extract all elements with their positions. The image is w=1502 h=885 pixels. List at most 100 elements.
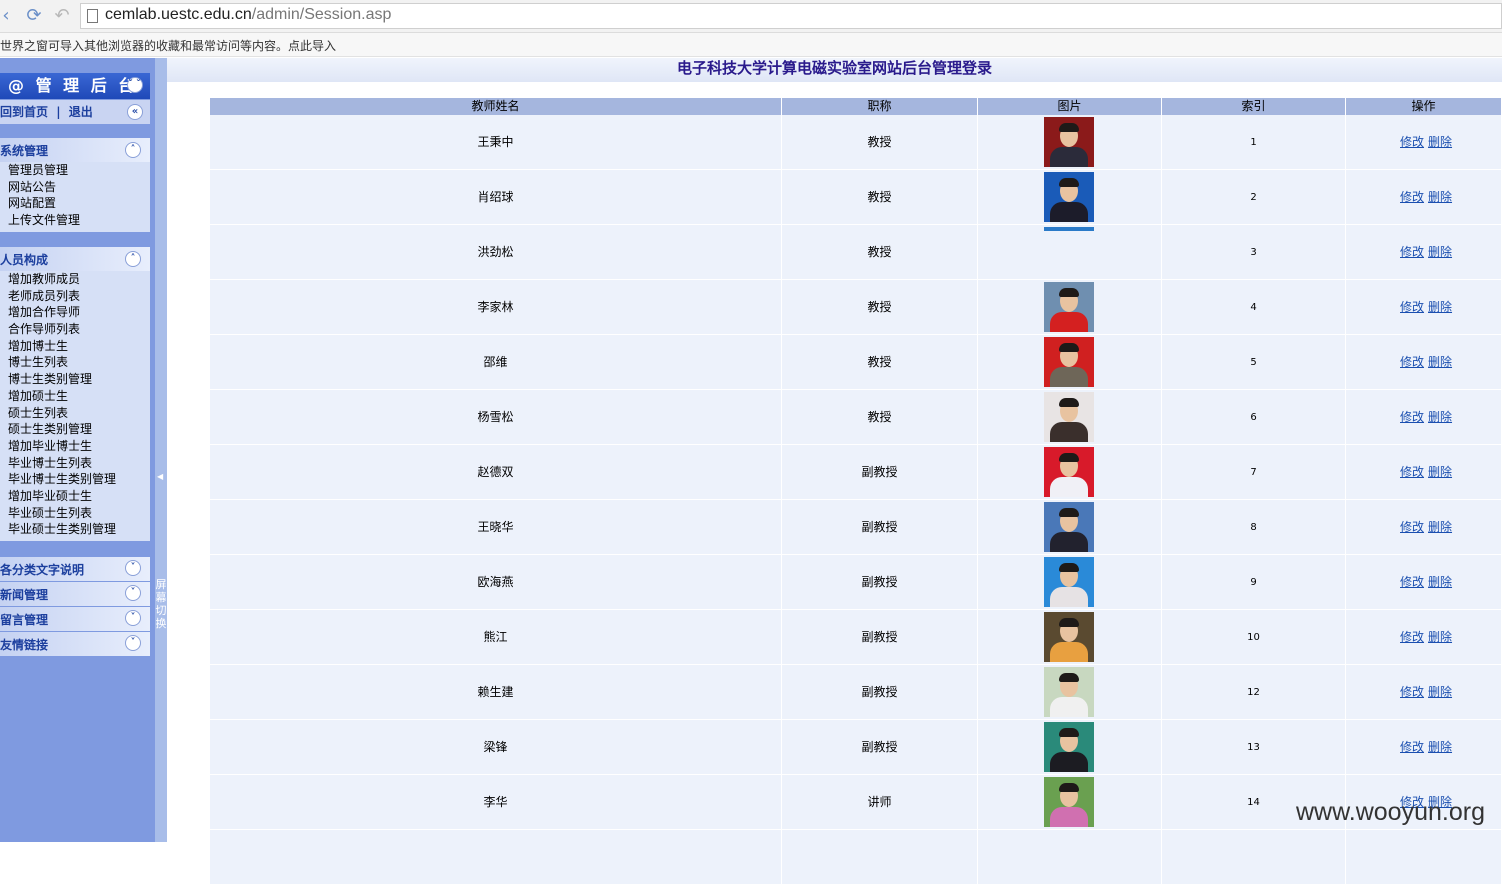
group-links[interactable]: 友情链接 ˅ [0,632,150,656]
photo-cell [978,445,1162,499]
reload-icon[interactable]: ⟳ [24,6,44,26]
chevron-down-icon[interactable]: ˅ [125,610,141,626]
teacher-photo [1044,117,1094,167]
chevron-up-icon[interactable]: ˄ [125,142,141,158]
double-left-icon[interactable]: « [127,104,143,120]
teacher-name: 李家林 [210,280,782,334]
teacher-photo [1044,722,1094,772]
edit-link[interactable]: 修改 [1400,190,1424,204]
splitter-label[interactable]: 屏幕切换 [155,578,167,630]
sidebar-item[interactable]: 上传文件管理 [8,212,150,229]
sidebar-item[interactable]: 管理员管理 [8,162,150,179]
action-cell: 修改 删除 [1346,170,1502,224]
delete-link[interactable]: 删除 [1428,575,1452,589]
screen-splitter[interactable]: ◀ 屏幕切换 [155,58,167,842]
chevron-down-icon[interactable]: ˅ [125,560,141,576]
sidebar-item[interactable]: 硕士生列表 [8,405,150,422]
sidebar-item[interactable]: 网站配置 [8,195,150,212]
edit-link[interactable]: 修改 [1400,245,1424,259]
edit-link[interactable]: 修改 [1400,740,1424,754]
import-link[interactable]: 点此导入 [288,37,336,54]
undo-icon[interactable]: ↶ [52,6,72,26]
sidebar-item[interactable]: 毕业硕士生列表 [8,505,150,522]
edit-link[interactable]: 修改 [1400,355,1424,369]
teacher-title: 副教授 [782,610,978,664]
delete-link[interactable]: 删除 [1428,630,1452,644]
teacher-photo [1044,667,1094,717]
sort-index: 9 [1162,555,1346,609]
photo-cell [978,610,1162,664]
sidebar-item[interactable]: 增加博士生 [8,338,150,355]
sidebar-item[interactable]: 硕士生类别管理 [8,421,150,438]
delete-link[interactable]: 删除 [1428,245,1452,259]
home-logout-row: 回到首页 | 退出 « [0,100,150,124]
edit-link[interactable]: 修改 [1400,465,1424,479]
group-staff-header[interactable]: 人员构成 ˄ [0,247,150,271]
table-row: 李家林 教授 4 修改 删除 [210,280,1502,335]
photo-cell [978,555,1162,609]
delete-link[interactable]: 删除 [1428,135,1452,149]
group-news[interactable]: 新闻管理 ˅ [0,582,150,606]
address-bar[interactable]: cemlab.uestc.edu.cn/admin/Session.asp [80,3,1502,29]
group-category-desc[interactable]: 各分类文字说明 ˅ [0,557,150,581]
teacher-name: 王晓华 [210,500,782,554]
sidebar-item[interactable]: 老师成员列表 [8,288,150,305]
sidebar-item[interactable]: 合作导师列表 [8,321,150,338]
sort-index: 12 [1162,665,1346,719]
teacher-photo [1044,777,1094,827]
delete-link[interactable]: 删除 [1428,355,1452,369]
edit-link[interactable]: 修改 [1400,575,1424,589]
table-row: 洪劲松 教授 3 修改 删除 [210,225,1502,280]
table-row: 欧海燕 副教授 9 修改 删除 [210,555,1502,610]
sidebar-item[interactable]: 博士生列表 [8,354,150,371]
photo-cell [978,775,1162,829]
group-system-header[interactable]: 系统管理 ˄ [0,138,150,162]
edit-link[interactable]: 修改 [1400,520,1424,534]
delete-link[interactable]: 删除 [1428,190,1452,204]
teacher-title: 教授 [782,115,978,169]
triangle-left-icon[interactable]: ◀ [157,472,163,481]
sidebar-item[interactable]: 网站公告 [8,179,150,196]
separator: | [56,105,61,119]
chevron-down-icon[interactable]: ˅ [125,585,141,601]
edit-link[interactable]: 修改 [1400,300,1424,314]
sidebar-item[interactable]: 毕业博士生类别管理 [8,471,150,488]
column-header: 教师姓名 [210,98,782,115]
sidebar-item[interactable]: 增加毕业硕士生 [8,488,150,505]
delete-link[interactable]: 删除 [1428,300,1452,314]
collapse-all-icon[interactable]: ˇˇ [127,77,143,93]
logout-link[interactable]: 退出 [69,105,93,119]
sidebar-item[interactable]: 增加合作导师 [8,304,150,321]
teacher-name: 梁锋 [210,720,782,774]
action-cell: 修改 删除 [1346,720,1502,774]
edit-link[interactable]: 修改 [1400,410,1424,424]
sidebar-item[interactable]: 博士生类别管理 [8,371,150,388]
action-cell: 修改 删除 [1346,115,1502,169]
teacher-title: 教授 [782,280,978,334]
photo-cell [978,225,1162,279]
sidebar-item[interactable]: 增加教师成员 [8,271,150,288]
group-system-items: 管理员管理 网站公告 网站配置 上传文件管理 [0,162,150,232]
photo-cell [978,115,1162,169]
edit-link[interactable]: 修改 [1400,630,1424,644]
sidebar-item[interactable]: 增加毕业博士生 [8,438,150,455]
delete-link[interactable]: 删除 [1428,740,1452,754]
group-messages[interactable]: 留言管理 ˅ [0,607,150,631]
delete-link[interactable]: 删除 [1428,685,1452,699]
action-cell: 修改 删除 [1346,610,1502,664]
delete-link[interactable]: 删除 [1428,465,1452,479]
sidebar-item[interactable]: 毕业博士生列表 [8,455,150,472]
delete-link[interactable]: 删除 [1428,520,1452,534]
back-arrow-icon[interactable]: ‹ [0,6,16,26]
group-staff-label: 人员构成 [0,253,49,267]
chevron-down-icon[interactable]: ˅ [125,635,141,651]
delete-link[interactable]: 删除 [1428,410,1452,424]
sidebar-item[interactable]: 增加硕士生 [8,388,150,405]
home-link[interactable]: 回到首页 [0,105,48,119]
sidebar-item[interactable]: 毕业硕士生类别管理 [8,521,150,538]
table-row: 王秉中 教授 1 修改 删除 [210,115,1502,170]
edit-link[interactable]: 修改 [1400,135,1424,149]
edit-link[interactable]: 修改 [1400,685,1424,699]
chevron-up-icon[interactable]: ˄ [125,251,141,267]
sort-index: 10 [1162,610,1346,664]
